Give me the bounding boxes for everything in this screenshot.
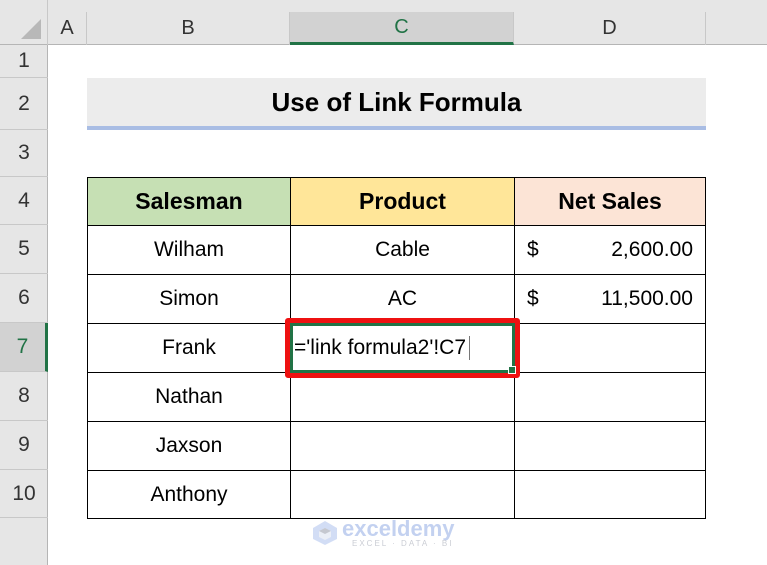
column-header-a[interactable]: A [48, 12, 87, 45]
row-header-5[interactable]: 5 [0, 225, 48, 274]
currency-symbol: $ [527, 238, 539, 261]
header-product[interactable]: Product [290, 177, 515, 226]
net-sales-value: 2,600.00 [611, 238, 693, 261]
cell-net-sales[interactable]: $ 11,500.00 [514, 274, 706, 324]
cell-salesman[interactable]: Simon [87, 274, 291, 324]
row-header-9[interactable]: 9 [0, 421, 48, 470]
row-header-6[interactable]: 6 [0, 274, 48, 323]
row-header-8[interactable]: 8 [0, 372, 48, 421]
header-salesman[interactable]: Salesman [87, 177, 291, 226]
cell-net-sales[interactable]: $ 2,600.00 [514, 225, 706, 275]
column-header-d[interactable]: D [514, 12, 706, 45]
cell-product[interactable] [290, 470, 515, 519]
cell-net-sales[interactable] [514, 372, 706, 422]
cell-net-sales[interactable] [514, 470, 706, 519]
column-header-c[interactable]: C [290, 12, 514, 45]
row-header-4[interactable]: 4 [0, 177, 48, 225]
watermark: exceldemy EXCEL · DATA · BI [312, 518, 455, 548]
row-header-7[interactable]: 7 [0, 323, 48, 372]
currency-symbol: $ [527, 287, 539, 310]
row-header-3[interactable]: 3 [0, 130, 48, 177]
cell-salesman[interactable]: Wilham [87, 225, 291, 275]
row-header-2[interactable]: 2 [0, 78, 48, 130]
fill-handle[interactable] [508, 366, 516, 374]
select-all-triangle-icon [21, 19, 41, 39]
formula-text: ='link formula2'!C7 [294, 336, 467, 359]
cell-net-sales[interactable] [514, 421, 706, 471]
cell-product[interactable]: AC [290, 274, 515, 324]
row-header-10[interactable]: 10 [0, 470, 48, 518]
cell-salesman[interactable]: Nathan [87, 372, 291, 422]
cell-product[interactable] [290, 372, 515, 422]
cell-product[interactable]: Cable [290, 225, 515, 275]
active-cell-editor[interactable]: ='link formula2'!C7 [290, 323, 516, 374]
sheet-title[interactable]: Use of Link Formula [87, 78, 706, 130]
cell-net-sales[interactable] [514, 323, 706, 373]
cell-product[interactable] [290, 421, 515, 471]
select-all-button[interactable] [0, 0, 48, 45]
cell-salesman[interactable]: Anthony [87, 470, 291, 519]
watermark-tagline: EXCEL · DATA · BI [352, 539, 454, 548]
row-header-1[interactable]: 1 [0, 45, 48, 78]
text-cursor [469, 336, 471, 360]
exceldemy-logo-icon [313, 521, 337, 545]
net-sales-value: 11,500.00 [601, 287, 693, 310]
highlight-box: ='link formula2'!C7 [285, 318, 520, 378]
column-header-e[interactable] [706, 12, 767, 45]
header-net-sales[interactable]: Net Sales [514, 177, 706, 226]
column-header-b[interactable]: B [87, 12, 290, 45]
watermark-name: exceldemy [342, 516, 455, 541]
cell-salesman[interactable]: Frank [87, 323, 291, 373]
cell-salesman[interactable]: Jaxson [87, 421, 291, 471]
